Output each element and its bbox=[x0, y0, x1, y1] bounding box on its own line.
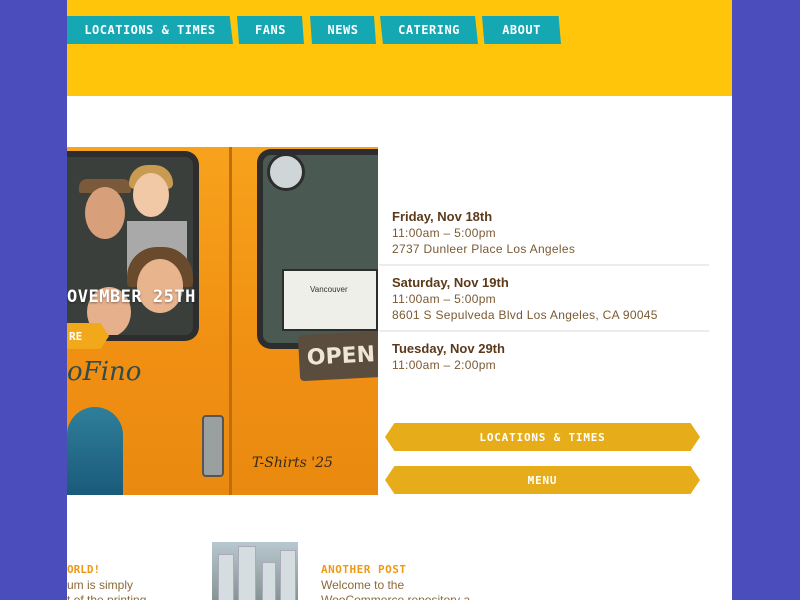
event-address: 2737 Dunleer Place Los Angeles bbox=[392, 242, 576, 256]
schedule-item: Friday, Nov 18th 11:00am – 5:00pm 2737 D… bbox=[379, 200, 709, 266]
event-address: 8601 S Sepulveda Blvd Los Angeles, CA 90… bbox=[392, 308, 658, 322]
hero-more-button[interactable]: RE bbox=[67, 323, 109, 349]
truck-graffiti: T-Shirts '25 bbox=[252, 455, 333, 471]
locations-times-button[interactable]: Locations & Times bbox=[385, 423, 700, 451]
truck-door-seam bbox=[229, 147, 232, 495]
event-time: 11:00am – 5:00pm bbox=[392, 226, 496, 240]
hero-image: Vancouver OPEN oFino T-Shirts '25 OVEMBE… bbox=[67, 147, 378, 495]
event-date: Saturday, Nov 19th bbox=[392, 275, 509, 290]
nav-item-news[interactable]: News bbox=[310, 16, 376, 44]
hero-date-text: OVEMBER 25TH bbox=[67, 287, 196, 307]
post-title[interactable]: ORLD! bbox=[67, 563, 100, 576]
menu-button[interactable]: Menu bbox=[385, 466, 700, 494]
nav-item-catering[interactable]: Catering bbox=[380, 16, 478, 44]
thumbnail-building bbox=[280, 550, 296, 600]
event-time: 11:00am – 2:00pm bbox=[392, 358, 496, 372]
post-excerpt: um is simply t of the printing bbox=[67, 578, 147, 600]
truck-artwork bbox=[67, 407, 123, 495]
nav-item-fans[interactable]: Fans bbox=[237, 16, 304, 44]
nav-item-about[interactable]: About bbox=[482, 16, 561, 44]
person-face bbox=[85, 187, 125, 239]
door-handle bbox=[202, 415, 224, 477]
truck-brand-lettering: oFino bbox=[67, 357, 142, 387]
nav-item-locations-times[interactable]: Locations & Times bbox=[67, 16, 233, 44]
site-header: Locations & Times Fans News Catering Abo… bbox=[67, 0, 732, 96]
open-sign: OPEN bbox=[297, 330, 378, 382]
event-time: 11:00am – 5:00pm bbox=[392, 292, 496, 306]
page: Locations & Times Fans News Catering Abo… bbox=[67, 0, 732, 600]
post-thumbnail[interactable] bbox=[212, 542, 298, 600]
side-mirror bbox=[267, 153, 305, 191]
schedule-item: Saturday, Nov 19th 11:00am – 5:00pm 8601… bbox=[379, 266, 709, 332]
schedule-list: Friday, Nov 18th 11:00am – 5:00pm 2737 D… bbox=[379, 200, 709, 380]
event-date: Tuesday, Nov 29th bbox=[392, 341, 505, 356]
window-card-text: Vancouver bbox=[310, 285, 348, 294]
post-excerpt: Welcome to the WooCommerce repository a bbox=[321, 578, 471, 600]
child-face bbox=[133, 173, 169, 217]
thumbnail-building bbox=[262, 562, 276, 600]
window-card: Vancouver bbox=[282, 269, 378, 331]
truck-window-left bbox=[67, 151, 199, 341]
post-title[interactable]: Another Post bbox=[321, 563, 406, 576]
event-date: Friday, Nov 18th bbox=[392, 209, 493, 224]
thumbnail-building bbox=[238, 546, 256, 600]
schedule-item: Tuesday, Nov 29th 11:00am – 2:00pm bbox=[379, 332, 709, 380]
thumbnail-building bbox=[218, 554, 234, 600]
